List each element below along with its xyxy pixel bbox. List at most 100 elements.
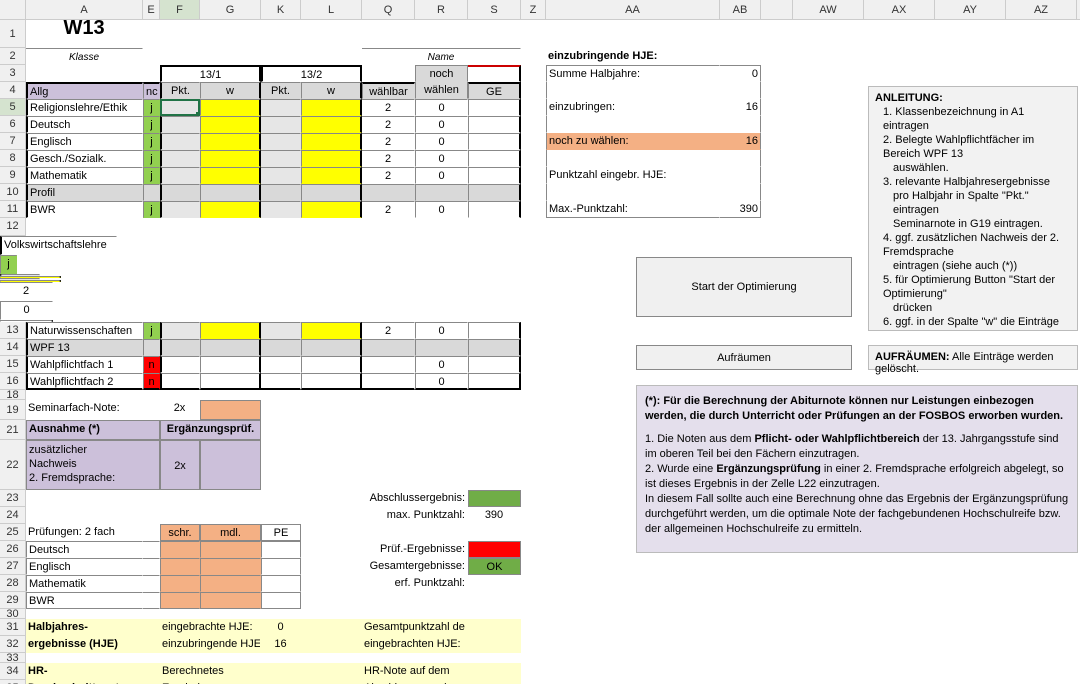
ergaenzung-label: Ergänzungsprüf.: [160, 420, 261, 440]
berech-erg-label: Ergebnis:: [160, 680, 261, 684]
row-19[interactable]: 19: [0, 400, 26, 420]
pruef-erg-label: Prüf.-Ergebnisse:: [362, 541, 468, 558]
col-Z[interactable]: Z: [521, 0, 546, 19]
ge-hdr: GE: [468, 82, 521, 99]
row-23[interactable]: 23: [0, 490, 26, 507]
wpf-hdr: WPF 13: [26, 339, 143, 356]
ok-value: OK: [468, 558, 521, 575]
w1-hdr: w: [200, 82, 261, 99]
row-8[interactable]: 8: [0, 150, 26, 167]
name-label: Name: [362, 48, 521, 65]
aufraeumen-button[interactable]: Aufräumen: [636, 345, 852, 370]
maxpkt-value: 390: [468, 507, 521, 524]
col-AZ[interactable]: AZ: [1006, 0, 1077, 19]
col-AB[interactable]: AB: [720, 0, 761, 19]
noch-zu-waehlen-value: 16: [720, 133, 761, 150]
row-24[interactable]: 24: [0, 507, 26, 524]
erf-pkt-label: erf. Punktzahl:: [362, 575, 468, 592]
profil-hdr: Profil: [26, 184, 143, 201]
sem1: 13/1: [160, 65, 261, 82]
eing-hje-label: eingebrachte HJE:: [160, 619, 261, 636]
anleitung-panel: ANLEITUNG: 1. Klassenbezeichnung in A1 e…: [868, 86, 1078, 331]
row-28[interactable]: 28: [0, 575, 26, 592]
maxpkt-label: max. Punktzahl:: [362, 507, 468, 524]
col-F[interactable]: F: [160, 0, 200, 19]
einzubringen-label: einzubringen:: [546, 99, 720, 116]
row-7[interactable]: 7: [0, 133, 26, 150]
einzubringende-hje-label: einzubringende HJE:: [546, 48, 720, 65]
col-A[interactable]: A: [26, 0, 143, 19]
row-13[interactable]: 13: [0, 322, 26, 339]
row-3[interactable]: 3: [0, 65, 26, 82]
col-S[interactable]: S: [468, 0, 521, 19]
row-25[interactable]: 25: [0, 524, 26, 541]
row-10[interactable]: 10: [0, 184, 26, 201]
row-30[interactable]: 30: [0, 609, 26, 619]
row-4[interactable]: 4: [0, 82, 26, 99]
col-Q[interactable]: Q: [362, 0, 415, 19]
waehlen-hdr: wählen: [415, 82, 468, 99]
eing-hje-value: 0: [261, 619, 301, 636]
col-E[interactable]: E: [143, 0, 160, 19]
col-AA[interactable]: AA: [546, 0, 720, 19]
col-AW[interactable]: AW: [793, 0, 864, 19]
pe-hdr: PE: [261, 524, 301, 541]
row-26[interactable]: 26: [0, 541, 26, 558]
subject: Religionslehre/Ethik: [26, 99, 143, 116]
gespkt-label: Gesamtpunktzahl de: [362, 619, 521, 636]
col-K[interactable]: K: [261, 0, 301, 19]
row-35[interactable]: 35: [0, 680, 26, 684]
abschluss-label: Abschlussergebnis:: [362, 490, 468, 507]
col-AY[interactable]: AY: [935, 0, 1006, 19]
col-R[interactable]: R: [415, 0, 468, 19]
row-6[interactable]: 6: [0, 116, 26, 133]
col-AX[interactable]: AX: [864, 0, 935, 19]
column-headers: A E F G K L Q R S Z AA AB AW AX AY AZ: [0, 0, 1080, 20]
seminar-value[interactable]: [200, 400, 261, 420]
einzu-hje-label: einzubringende HJE:: [160, 636, 261, 653]
sem2: 13/2: [261, 65, 362, 82]
nc-hdr: nc: [143, 82, 160, 99]
halbjahres-label: Halbjahres-: [26, 619, 143, 636]
row-27[interactable]: 27: [0, 558, 26, 575]
row-9[interactable]: 9: [0, 167, 26, 184]
row-29[interactable]: 29: [0, 592, 26, 609]
row-33[interactable]: 33: [0, 653, 26, 663]
col-G[interactable]: G: [200, 0, 261, 19]
row-18[interactable]: 18: [0, 390, 26, 400]
row-15[interactable]: 15: [0, 356, 26, 373]
allg-hdr: Allg: [26, 82, 143, 99]
row-22[interactable]: 22: [0, 440, 26, 490]
w2-hdr: w: [301, 82, 362, 99]
dnote-label: Durchschnittsnote:: [26, 680, 143, 684]
spreadsheet: A E F G K L Q R S Z AA AB AW AX AY AZ 1 …: [0, 0, 1080, 684]
gespkt2-label: eingebrachten HJE:: [362, 636, 521, 653]
footnote-panel: (*): Für die Berechnung der Abiturnote k…: [636, 385, 1078, 553]
row-12[interactable]: 12: [0, 218, 26, 236]
row-1[interactable]: 1: [0, 20, 26, 48]
einzu-hje-value: 16: [261, 636, 301, 653]
summe-halbjahre-value: 0: [720, 65, 761, 82]
hr-label: HR-: [26, 663, 143, 680]
row-2[interactable]: 2: [0, 48, 26, 65]
noch-hdr: noch: [415, 65, 468, 82]
mdl-hdr: mdl.: [200, 524, 261, 541]
row-34[interactable]: 34: [0, 663, 26, 680]
einzubringen-value: 16: [720, 99, 761, 116]
abzeugnis-label: Abschlusszeugnis:: [362, 680, 521, 684]
row-14[interactable]: 14: [0, 339, 26, 356]
row-16[interactable]: 16: [0, 373, 26, 390]
row-5[interactable]: 5: [0, 99, 26, 116]
gesamt-erg-label: Gesamtergebnisse:: [362, 558, 468, 575]
row-31[interactable]: 31: [0, 619, 26, 636]
row-32[interactable]: 32: [0, 636, 26, 653]
berech-label: Berechnetes: [160, 663, 261, 680]
hr-note-label: HR-Note auf dem: [362, 663, 521, 680]
active-cell-F5[interactable]: [160, 99, 200, 116]
row-11[interactable]: 11: [0, 201, 26, 218]
col-L[interactable]: L: [301, 0, 362, 19]
pkt1-hdr: Pkt.: [160, 82, 200, 99]
start-optimierung-button[interactable]: Start der Optimierung: [636, 257, 852, 317]
title: W13: [26, 20, 143, 48]
row-21[interactable]: 21: [0, 420, 26, 440]
